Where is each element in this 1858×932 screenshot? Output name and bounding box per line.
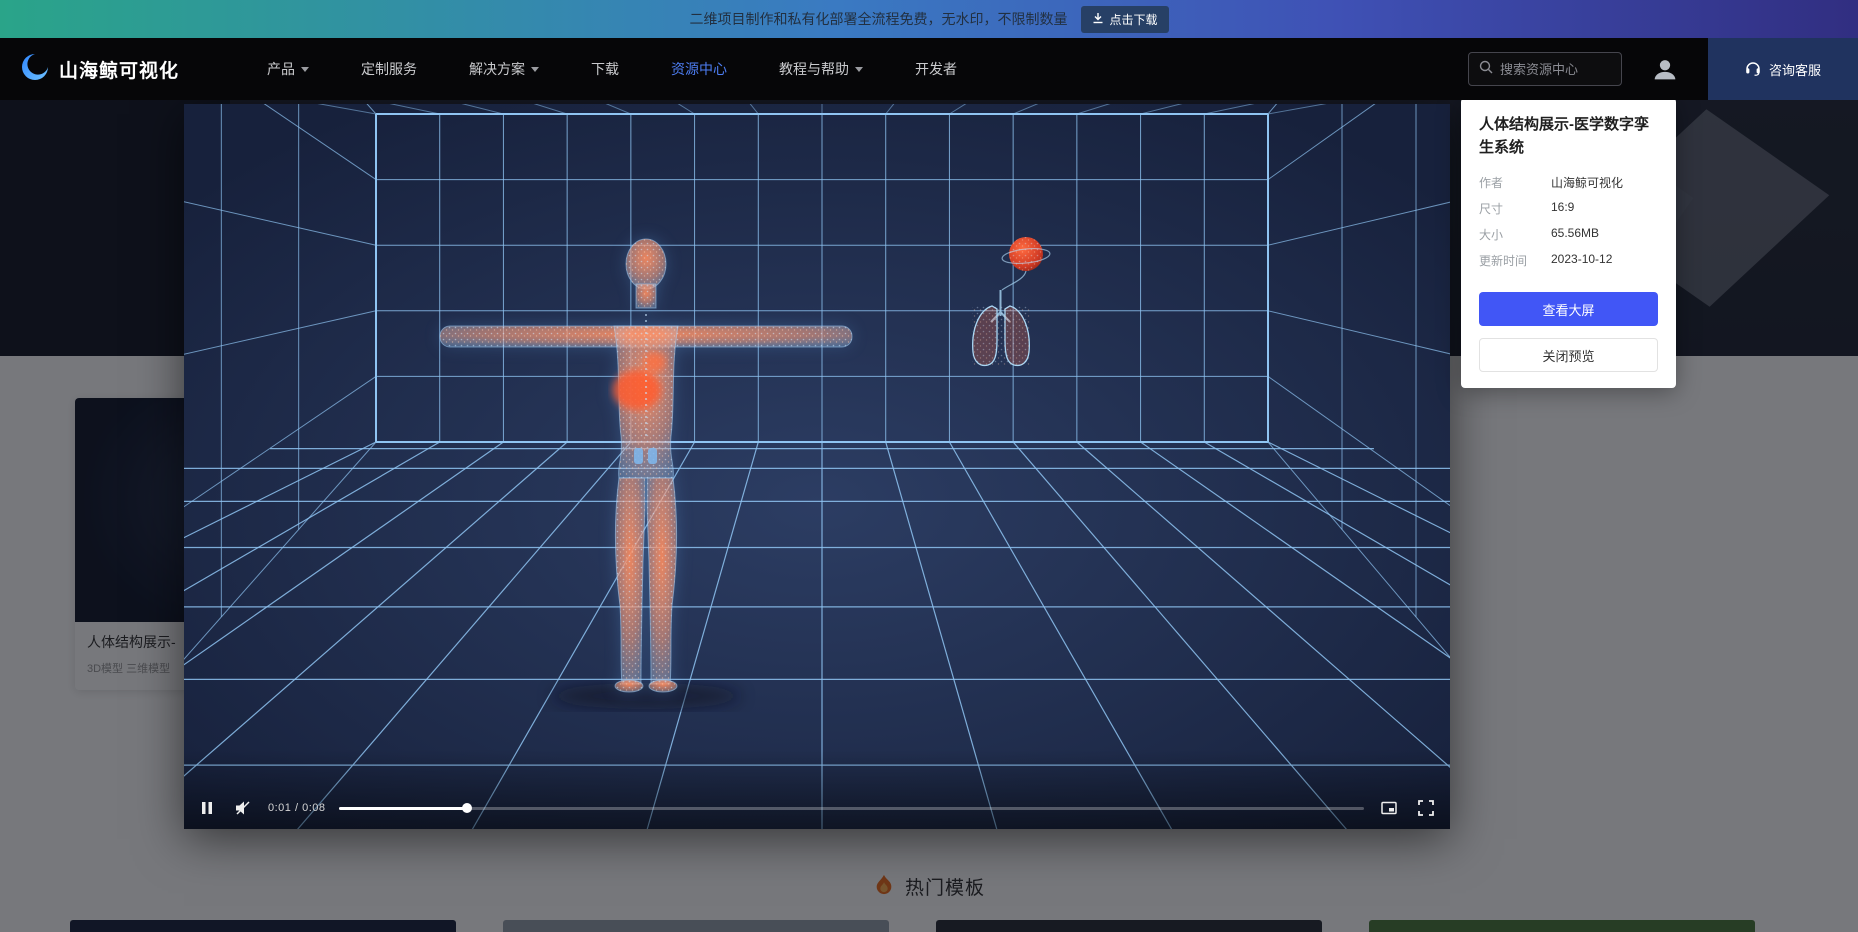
search-icon bbox=[1479, 60, 1493, 79]
search-box[interactable] bbox=[1468, 52, 1622, 86]
search-input[interactable] bbox=[1500, 61, 1611, 77]
picture-in-picture-icon bbox=[1381, 801, 1397, 815]
download-icon bbox=[1092, 12, 1104, 27]
headset-icon bbox=[1745, 60, 1761, 79]
promo-text: 二维项目制作和私有化部署全流程免费，无水印，不限制数量 bbox=[689, 11, 1068, 27]
logo[interactable]: 山海鲸可视化 bbox=[20, 52, 179, 87]
muted-volume-icon bbox=[236, 801, 250, 815]
resource-title: 人体结构展示-医学数字孪生系统 bbox=[1479, 116, 1649, 156]
user-icon bbox=[1654, 60, 1676, 80]
fullscreen-button[interactable] bbox=[1414, 796, 1438, 820]
chevron-down-icon bbox=[855, 66, 864, 72]
pause-button[interactable] bbox=[196, 797, 218, 819]
nav-item-products[interactable]: 产品 bbox=[267, 59, 310, 79]
close-preview-button[interactable]: 关闭预览 bbox=[1479, 338, 1658, 372]
nav-item-resource-center[interactable]: 资源中心 bbox=[671, 59, 727, 79]
info-row-size-ratio: 尺寸 16:9 bbox=[1479, 200, 1575, 216]
nav-item-custom-service[interactable]: 定制服务 bbox=[361, 59, 417, 79]
logo-icon bbox=[20, 52, 50, 87]
chevron-down-icon bbox=[531, 66, 540, 72]
download-button[interactable]: 点击下载 bbox=[1081, 5, 1169, 33]
top-navbar: 山海鲸可视化 产品 定制服务 解决方案 下载 资源中心 教程与帮助 开发者 搜索… bbox=[0, 38, 1858, 100]
logo-text: 山海鲸可视化 bbox=[59, 60, 180, 82]
view-large-screen-button[interactable]: 查看大屏 bbox=[1479, 292, 1658, 326]
customer-service-button[interactable]: 咨询客服 bbox=[1708, 38, 1858, 100]
promo-banner: 二维项目制作和私有化部署全流程免费，无水印，不限制数量 点击下载 bbox=[0, 0, 1858, 38]
video-scene bbox=[184, 104, 1450, 829]
nav-right: 咨询客服 bbox=[1468, 38, 1858, 100]
user-avatar-button[interactable] bbox=[1650, 54, 1680, 84]
nav-item-solutions[interactable]: 解决方案 bbox=[469, 59, 540, 79]
info-row-author: 作者 山海鲸可视化 bbox=[1479, 176, 1624, 190]
mute-button[interactable] bbox=[231, 796, 255, 820]
time-display: 0:01 / 0:08 bbox=[268, 802, 326, 814]
seek-progress bbox=[338, 803, 472, 813]
nav-item-developer[interactable]: 开发者 bbox=[915, 59, 957, 79]
nav-menu: 产品 定制服务 解决方案 下载 资源中心 教程与帮助 开发者 bbox=[267, 59, 957, 79]
video-player[interactable]: 0:01 / 0:08 bbox=[184, 104, 1450, 829]
info-row-filesize: 大小 65.56MB bbox=[1479, 226, 1600, 242]
seek-bar[interactable] bbox=[338, 803, 1364, 813]
info-row-updated: 更新时间 2023-10-12 bbox=[1479, 252, 1613, 268]
nav-item-help[interactable]: 教程与帮助 bbox=[779, 59, 864, 79]
fullscreen-icon bbox=[1418, 800, 1434, 816]
resource-info-panel: 人体结构展示-医学数字孪生系统 作者 山海鲸可视化 尺寸 16:9 大小 65.… bbox=[1461, 98, 1676, 388]
video-controls: 0:01 / 0:08 bbox=[184, 787, 1450, 829]
chevron-down-icon bbox=[301, 66, 310, 72]
pip-button[interactable] bbox=[1377, 797, 1401, 819]
nav-item-download[interactable]: 下载 bbox=[591, 59, 619, 79]
